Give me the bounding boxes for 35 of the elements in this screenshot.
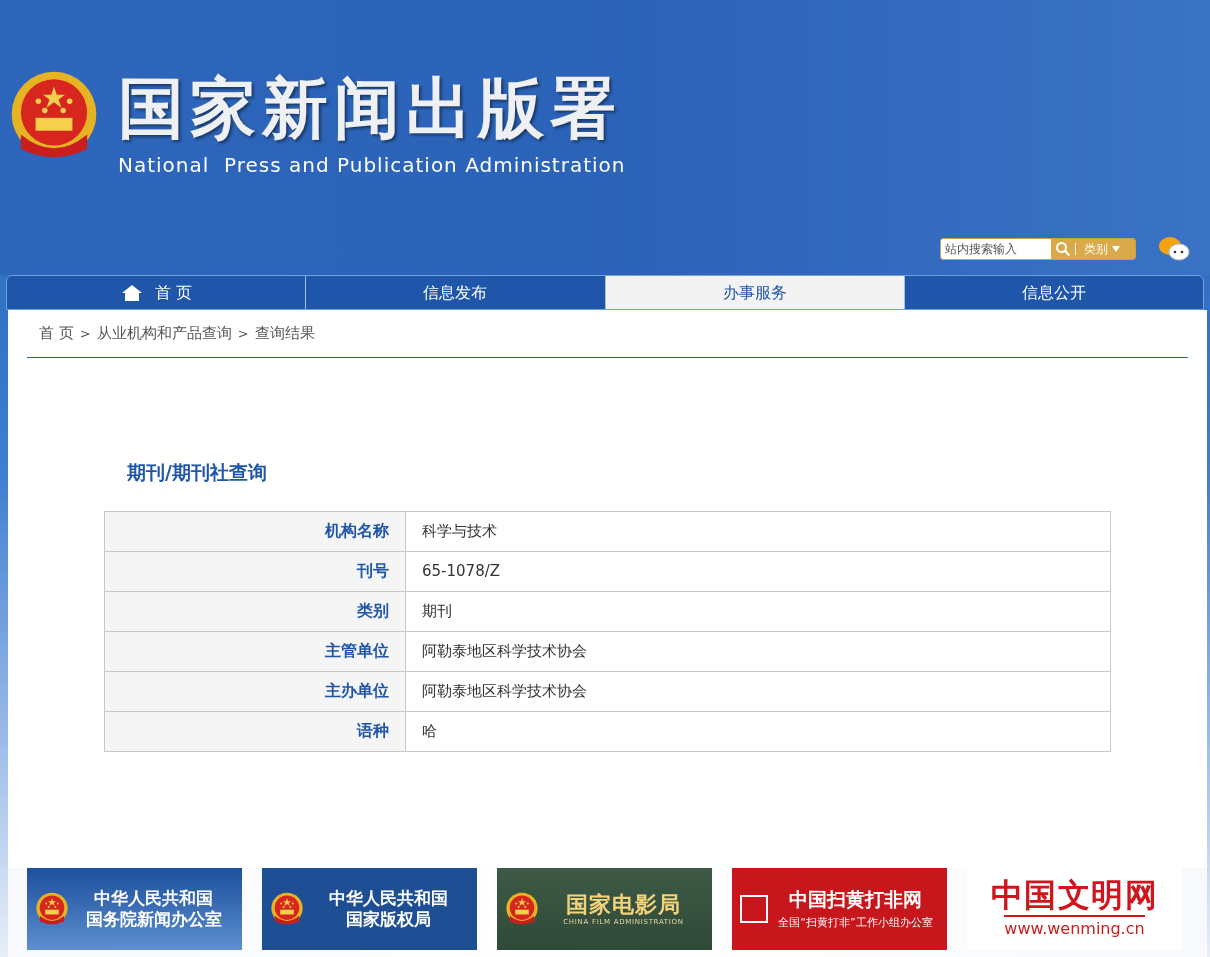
home-icon: [120, 283, 143, 302]
section-heading: 期刊/期刊社查询: [127, 460, 268, 485]
banner-link[interactable]: 中华人民共和国 国家版权局: [262, 868, 477, 950]
chat-bubbles-icon[interactable]: [1158, 236, 1190, 262]
field-value: 哈: [406, 711, 1111, 752]
seal-icon: [740, 895, 768, 923]
breadcrumb-current: 查询结果: [254, 323, 315, 345]
field-value: 期刊: [406, 591, 1111, 632]
nav-tab[interactable]: 信息公开: [903, 276, 1203, 309]
field-value: 阿勒泰地区科学技术协会: [406, 631, 1111, 672]
field-label: 类别: [105, 591, 406, 632]
breadcrumb-separator: >: [79, 324, 91, 343]
banner-link[interactable]: 中国扫黄打非网 全国“扫黄打非”工作小组办公室: [732, 868, 947, 950]
site-subtitle: National Press and Publication Administration: [118, 152, 626, 179]
emblem-icon: [505, 892, 539, 926]
field-label: 主管单位: [105, 631, 406, 672]
nav-tab[interactable]: 首 页: [7, 276, 306, 309]
field-value: 65-1078/Z: [406, 551, 1111, 592]
banner-link[interactable]: 中国文明网 www.wenming.cn: [967, 868, 1182, 950]
field-label: 刊号: [105, 551, 406, 592]
nav-tab[interactable]: 办事服务: [604, 276, 904, 309]
field-value: 科学与技术: [406, 511, 1111, 552]
breadcrumb-link[interactable]: 从业机构和产品查询: [96, 322, 232, 345]
field-label: 机构名称: [105, 511, 406, 552]
emblem-icon: [35, 892, 69, 926]
caret-icon: [1112, 246, 1120, 252]
breadcrumb-separator: >: [237, 324, 249, 343]
field-label: 语种: [105, 711, 406, 752]
site-title: 国家新闻出版署: [118, 76, 623, 142]
field-label: 主办单位: [105, 671, 406, 712]
banner-link[interactable]: 中华人民共和国 国务院新闻办公室: [27, 868, 242, 950]
nav-tab[interactable]: 信息发布: [305, 276, 605, 309]
breadcrumb-link[interactable]: 首 页: [39, 322, 74, 345]
emblem-icon: [270, 892, 304, 926]
field-value: 阿勒泰地区科学技术协会: [406, 671, 1111, 712]
